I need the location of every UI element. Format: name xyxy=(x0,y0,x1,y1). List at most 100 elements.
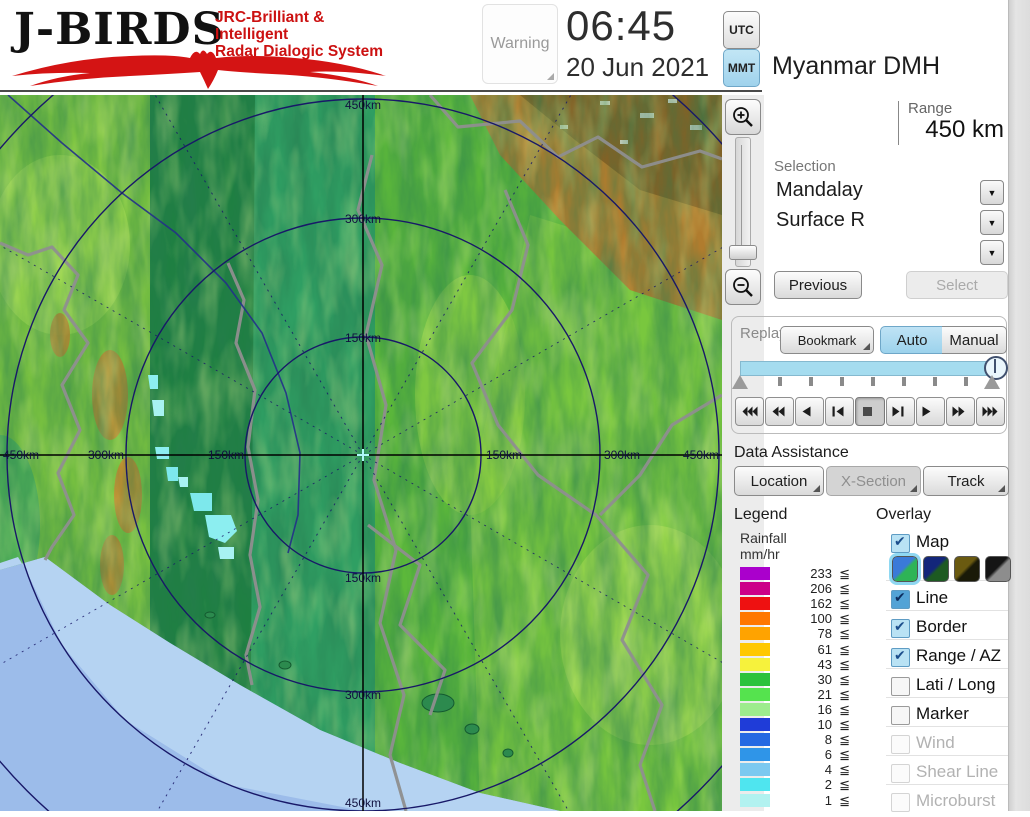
replay-group: Replay Bookmark Auto Manual xyxy=(731,316,1007,434)
overlay-item-label: Lati / Long xyxy=(916,675,995,695)
playback-buttons xyxy=(735,397,1005,426)
legend-row: 162≦ xyxy=(740,596,860,611)
manual-mode-button[interactable]: Manual xyxy=(942,326,1007,354)
checkbox-icon[interactable] xyxy=(891,706,910,725)
location-label: Location xyxy=(751,473,808,490)
replay-slider-track[interactable] xyxy=(740,361,1000,376)
legend-value: 162 xyxy=(792,596,832,611)
product-dropdown[interactable]: Surface R ▼ xyxy=(772,208,1006,236)
legend-leq-symbol: ≦ xyxy=(839,581,850,597)
checkbox-icon[interactable] xyxy=(891,793,910,812)
overlay-item-marker[interactable]: Marker xyxy=(888,704,1008,730)
legend-row: 233≦ xyxy=(740,566,860,581)
overlay-item-label: Shear Line xyxy=(916,762,998,782)
ring-label: 300km xyxy=(88,448,124,462)
legend-value: 206 xyxy=(792,581,832,596)
legend-leq-symbol: ≦ xyxy=(839,566,850,582)
track-button[interactable]: Track xyxy=(923,466,1009,496)
overlay-item-lati-long[interactable]: Lati / Long xyxy=(888,675,1008,701)
zoom-out-button[interactable] xyxy=(725,269,761,305)
overlay-item-wind[interactable]: Wind xyxy=(888,733,1008,759)
legend-leq-symbol: ≦ xyxy=(839,672,850,688)
map-style-dark-blue[interactable] xyxy=(923,556,949,582)
slider-tick xyxy=(840,377,844,386)
previous-button[interactable]: Previous xyxy=(774,271,862,299)
chevron-down-icon[interactable]: ▼ xyxy=(980,180,1004,205)
legend-leq-symbol: ≦ xyxy=(839,777,850,793)
checkbox-icon[interactable] xyxy=(891,590,910,609)
overlay-item-range-az[interactable]: Range / AZ xyxy=(888,646,1008,672)
option-dropdown[interactable]: ▼ xyxy=(772,238,1006,266)
step-back-button[interactable] xyxy=(825,397,854,426)
legend-value: 10 xyxy=(792,717,832,732)
legend-leq-symbol: ≦ xyxy=(839,657,850,673)
ring-label: 150km xyxy=(345,331,381,345)
play-forward-button[interactable] xyxy=(916,397,945,426)
corner-more-icon xyxy=(547,73,554,80)
legend-value: 2 xyxy=(792,777,832,792)
corner-menu-icon xyxy=(998,485,1005,492)
legend-leq-symbol: ≦ xyxy=(839,611,850,627)
ring-label: 450km xyxy=(3,448,39,462)
zoom-in-button[interactable] xyxy=(725,99,761,135)
ring-label: 450km xyxy=(345,796,381,810)
station-dropdown[interactable]: Mandalay ▼ xyxy=(772,178,1006,206)
map-style-terrain-light[interactable] xyxy=(892,556,918,582)
overlay-item-label: Border xyxy=(916,617,967,637)
legend-color-swatch xyxy=(740,703,770,716)
legend-color-swatch xyxy=(740,794,770,807)
chevron-down-icon[interactable]: ▼ xyxy=(980,240,1004,265)
zoom-slider-handle[interactable] xyxy=(729,245,757,260)
checkbox-icon[interactable] xyxy=(891,648,910,667)
fast-rewind-3-icon xyxy=(742,406,758,417)
overlay-item-label: Map xyxy=(916,532,949,552)
bookmark-button[interactable]: Bookmark xyxy=(780,326,874,354)
panel-splitter[interactable] xyxy=(1008,0,1030,811)
play-back-button[interactable] xyxy=(795,397,824,426)
eagle-icon xyxy=(10,46,388,90)
checkbox-icon[interactable] xyxy=(891,764,910,783)
selection-label: Selection xyxy=(774,158,836,175)
legend-row: 206 ≦ xyxy=(740,581,860,596)
auto-mode-button[interactable]: Auto xyxy=(880,326,944,354)
legend-row: 43≦ xyxy=(740,657,860,672)
zoom-in-icon xyxy=(732,106,754,128)
legend-row: 16≦ xyxy=(740,702,860,717)
checkbox-icon[interactable] xyxy=(891,677,910,696)
fast-rewind-2-button[interactable] xyxy=(765,397,794,426)
slider-tick xyxy=(778,377,782,386)
location-button[interactable]: Location xyxy=(734,466,824,496)
overlay-item-line[interactable]: Line xyxy=(888,588,1008,614)
step-forward-button[interactable] xyxy=(886,397,915,426)
utc-toggle-button[interactable]: UTC xyxy=(723,11,760,49)
radar-map[interactable]: 450km300km150km150km300km450km450km300km… xyxy=(0,95,722,811)
checkbox-icon[interactable] xyxy=(891,534,910,553)
map-style-olive[interactable] xyxy=(954,556,980,582)
x-section-button[interactable]: X-Section xyxy=(826,466,921,496)
play-forward-icon xyxy=(922,406,938,417)
checkbox-icon[interactable] xyxy=(891,735,910,754)
checkbox-icon[interactable] xyxy=(891,619,910,638)
overlay-item-border[interactable]: Border xyxy=(888,617,1008,643)
stop-button[interactable] xyxy=(855,397,884,426)
fast-forward-3-button[interactable] xyxy=(976,397,1005,426)
overlay-item-microburst[interactable]: Microburst xyxy=(888,791,1008,817)
overlay-item-label: Microburst xyxy=(916,791,995,811)
select-button[interactable]: Select xyxy=(906,271,1008,299)
data-assistance-label: Data Assistance xyxy=(734,444,849,462)
overlay-item-shear-line[interactable]: Shear Line xyxy=(888,762,1008,788)
fast-rewind-2-icon xyxy=(772,406,788,417)
ring-label: 150km xyxy=(345,571,381,585)
legend-row: 100≦ xyxy=(740,611,860,626)
fast-forward-2-button[interactable] xyxy=(946,397,975,426)
legend-row: 2≦ xyxy=(740,777,860,792)
legend-value: 8 xyxy=(792,732,832,747)
fast-rewind-3-button[interactable] xyxy=(735,397,764,426)
map-style-gray[interactable] xyxy=(985,556,1011,582)
slider-tick xyxy=(902,377,906,386)
chevron-down-icon[interactable]: ▼ xyxy=(980,210,1004,235)
warning-button[interactable]: Warning xyxy=(482,4,558,84)
legend-color-swatch xyxy=(740,597,770,610)
overlay-item-map[interactable]: Map xyxy=(888,532,1008,558)
mmt-toggle-button[interactable]: MMT xyxy=(723,49,760,87)
